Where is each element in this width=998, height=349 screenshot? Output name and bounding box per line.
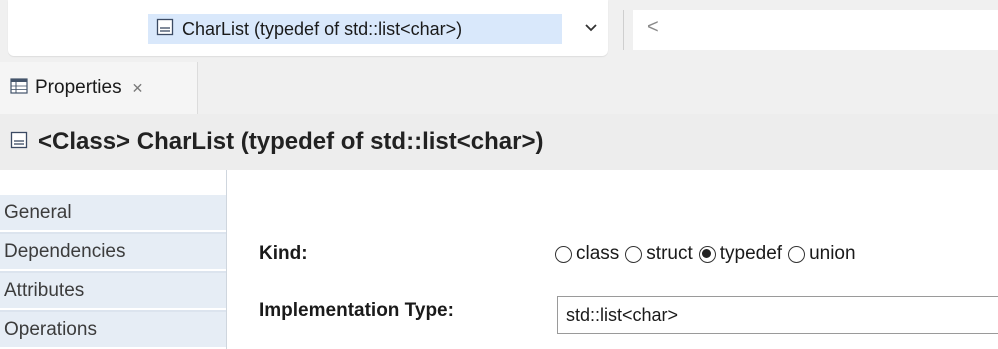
sidebar-item-label: Attributes	[4, 279, 85, 301]
breadcrumb-scroll-area: <	[633, 10, 998, 50]
implementation-type-input[interactable]	[557, 296, 998, 334]
kind-radio-struct[interactable]: struct	[625, 243, 693, 265]
radio-circle	[698, 245, 716, 263]
radio-circle	[788, 245, 806, 263]
radio-circle	[625, 245, 643, 263]
breadcrumb-item-charlist[interactable]: CharList (typedef of std::list<char>)	[148, 14, 562, 44]
scroll-left-button[interactable]: <	[647, 16, 659, 39]
breadcrumb-bar: CharList (typedef of std::list<char>) <	[0, 0, 998, 62]
properties-sidebar: General Dependencies Attributes Operatio…	[0, 195, 226, 349]
radio-circle	[555, 245, 572, 263]
close-icon[interactable]: ✕	[132, 80, 144, 97]
sidebar-item-general[interactable]: General	[0, 195, 226, 232]
sidebar-item-attributes[interactable]: Attributes	[0, 273, 226, 310]
kind-radio-union[interactable]: union	[788, 243, 856, 265]
implementation-type-label: Implementation Type:	[259, 300, 454, 321]
breadcrumb-container: CharList (typedef of std::list<char>)	[8, 0, 608, 56]
tab-properties[interactable]: Properties ✕	[0, 62, 198, 114]
sidebar-item-label: Operations	[4, 318, 97, 340]
sidebar-item-label: Dependencies	[4, 240, 126, 262]
properties-view-icon	[10, 77, 28, 99]
view-tab-row: Properties ✕	[0, 62, 998, 114]
radio-label: union	[809, 243, 856, 264]
kind-radio-typedef[interactable]: typedef	[698, 243, 783, 265]
page-title: <Class> CharList (typedef of std::list<c…	[38, 128, 544, 155]
breadcrumb-label: CharList (typedef of std::list<char>)	[182, 18, 463, 39]
breadcrumb-separator	[623, 10, 624, 50]
typedef-element-icon	[10, 131, 28, 154]
radio-label: class	[576, 243, 620, 264]
chevron-down-icon	[584, 20, 598, 38]
kind-radio-group: class struct typedef union	[555, 240, 862, 268]
radio-label: typedef	[719, 243, 783, 264]
breadcrumb-dropdown-button[interactable]	[564, 14, 618, 44]
kind-label: Kind:	[259, 243, 308, 264]
tab-properties-label: Properties	[35, 77, 122, 98]
sidebar-item-operations[interactable]: Operations	[0, 312, 226, 349]
sidebar-item-label: General	[4, 201, 72, 223]
kind-radio-class[interactable]: class	[555, 243, 619, 265]
typedef-element-icon	[156, 18, 174, 41]
sidebar-divider	[226, 170, 227, 349]
sidebar-item-dependencies[interactable]: Dependencies	[0, 234, 226, 271]
properties-header: <Class> CharList (typedef of std::list<c…	[0, 114, 998, 170]
radio-label: struct	[646, 243, 693, 264]
